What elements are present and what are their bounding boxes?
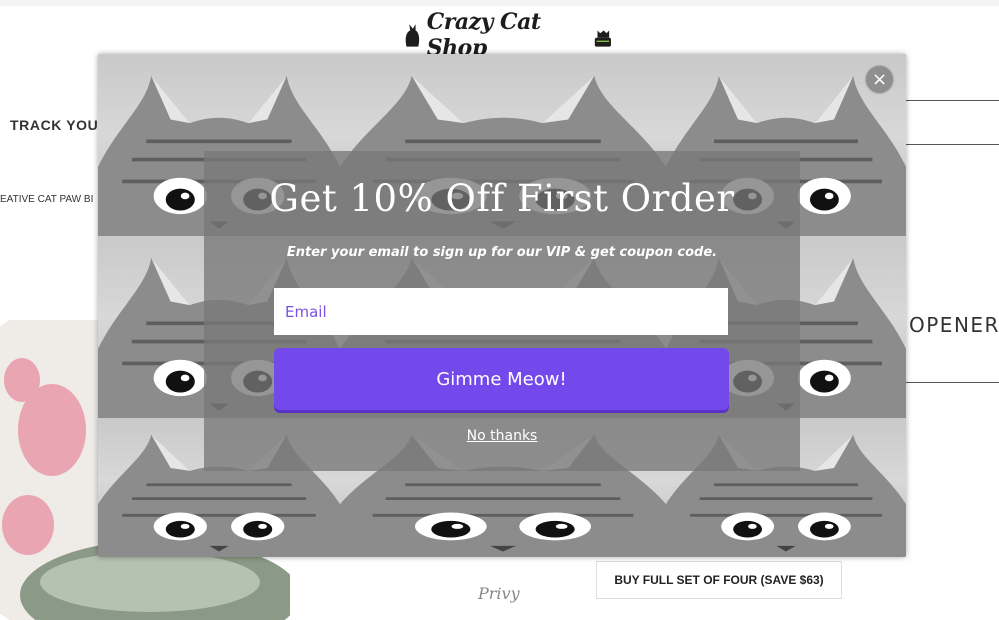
top-bar [0,0,999,6]
no-thanks-link[interactable]: No thanks [204,428,800,444]
gimme-meow-button[interactable]: Gimme Meow! [274,348,729,410]
site-logo[interactable]: Crazy Cat Shop [403,9,613,61]
product-heading-fragment: OPENER - [909,313,999,337]
cat-logo-icon [405,24,420,47]
popup-headline: Get 10% Off First Order [269,177,735,220]
divider [906,100,999,101]
privy-brand-mark: Privy [478,584,520,603]
cat-logo-icon [595,30,612,47]
track-order-link[interactable]: TRACK YOUR [10,117,109,133]
signup-panel: Get 10% Off First Order Enter your email… [204,151,800,471]
close-icon[interactable]: × [866,66,893,93]
popup-subheadline: Enter your email to sign up for our VIP … [286,245,718,260]
email-input[interactable] [274,288,728,335]
divider [906,382,999,383]
divider [906,144,999,145]
product-title-fragment: EATIVE CAT PAW BI [0,194,94,205]
buy-full-set-button[interactable]: BUY FULL SET OF FOUR (SAVE $63) [596,561,842,599]
